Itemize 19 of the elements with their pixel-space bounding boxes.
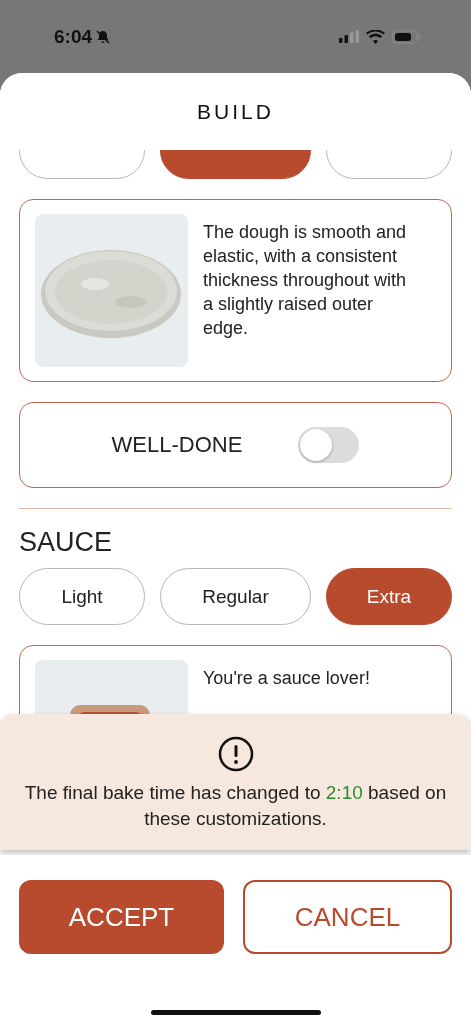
notice-message: The final bake time has changed to 2:10 based on these customizations. [23, 781, 448, 831]
wifi-icon [366, 29, 385, 44]
toggle-label: WELL-DONE [111, 432, 243, 458]
sheet-title: BUILD [197, 99, 274, 124]
option-tab[interactable]: Light [19, 568, 146, 625]
card-description: You're a sauce lover! [203, 667, 371, 690]
cancel-button[interactable]: CANCEL [243, 880, 452, 954]
status-time: 6:04 [54, 25, 93, 48]
alert-icon [217, 736, 254, 772]
muted-bell-icon [95, 28, 112, 45]
toggle-switch[interactable] [298, 427, 360, 463]
card-description: The dough is smooth and elastic, with a consistent thickness throughout with a slightly raised outer edge. [203, 221, 408, 340]
section-heading: SAUCE [19, 527, 114, 558]
option-tab[interactable]: Extra [325, 568, 452, 625]
home-indicator[interactable] [150, 1010, 321, 1015]
signal-icon [339, 30, 359, 43]
option-tab[interactable]: Regular [160, 568, 311, 625]
accept-button[interactable]: ACCEPT [19, 880, 224, 954]
battery-icon [392, 29, 421, 44]
